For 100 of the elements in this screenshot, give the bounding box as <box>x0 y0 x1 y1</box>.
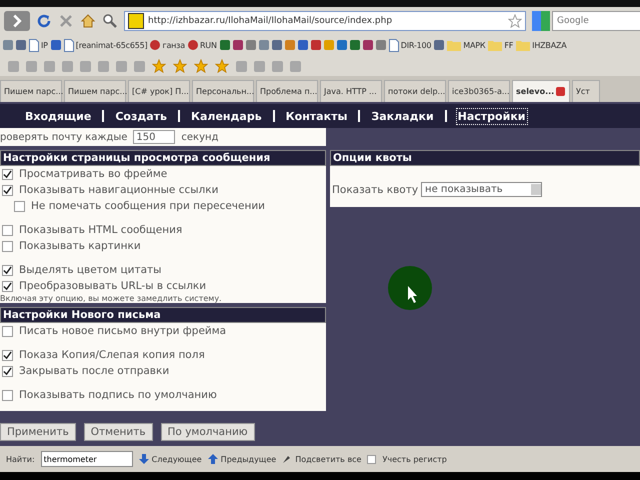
browser-tab[interactable]: [C# урок] П... <box>128 80 190 102</box>
toolbar-icon[interactable] <box>134 60 145 72</box>
bookmark-icon[interactable] <box>336 40 347 50</box>
toolbar-icon[interactable] <box>290 60 301 72</box>
checkbox[interactable] <box>14 200 25 212</box>
bookmark[interactable]: DIR-100 <box>388 38 432 52</box>
bookmark-icon[interactable] <box>376 40 386 50</box>
bookmark-icon[interactable] <box>246 40 256 50</box>
checkbox[interactable] <box>2 264 13 276</box>
browser-tab[interactable]: Уст <box>572 80 600 102</box>
checkbox[interactable] <box>2 168 13 180</box>
bookmark[interactable]: IP <box>29 38 48 52</box>
browser-tab[interactable]: потоки delp... <box>384 80 446 102</box>
bookmark-icon[interactable] <box>350 40 360 50</box>
bookmark-folder[interactable]: FF <box>488 39 514 51</box>
nav-link[interactable]: Настройки <box>456 108 526 124</box>
browser-tab[interactable]: ice3b0365-a... <box>448 80 510 102</box>
quota-label: Показать квоту <box>332 184 418 196</box>
form-button[interactable]: Применить <box>0 423 76 441</box>
bookmark-icon[interactable] <box>284 40 295 50</box>
toolbar-icon[interactable] <box>254 60 265 72</box>
option-label: Показывать навигационные ссылки <box>19 184 218 196</box>
toolbar-icon[interactable] <box>272 60 283 72</box>
nav-link[interactable]: Контакты <box>284 108 348 124</box>
browser-tab[interactable]: selevo... <box>512 80 570 102</box>
bookmark[interactable]: RUN <box>188 40 217 50</box>
quota-dropdown[interactable]: не показывать <box>421 182 542 197</box>
find-label: Найти: <box>6 454 35 464</box>
bookmark-icon[interactable] <box>258 40 269 50</box>
checkbox[interactable] <box>2 224 13 236</box>
option-label: Не помечать сообщения при пересечении <box>31 200 265 212</box>
checkbox[interactable] <box>2 184 13 196</box>
toolbar-icon[interactable] <box>44 60 55 72</box>
bookmark[interactable]: [reanimat-65c655] <box>64 38 148 52</box>
section-title: Настройки Нового письма <box>0 307 326 323</box>
checkbox[interactable] <box>2 326 13 336</box>
checkbox[interactable] <box>2 390 13 400</box>
option-label: Просматривать во фрейме <box>19 168 168 180</box>
star-icon[interactable] <box>152 59 166 73</box>
bookmark-icon[interactable] <box>362 40 373 50</box>
magnifier-icon[interactable] <box>102 12 118 28</box>
bookmark-icon[interactable] <box>220 40 230 50</box>
address-field[interactable]: http://izhbazar.ru/IlohaMail/IlohaMail/source/index.php <box>124 10 526 30</box>
browser-tab[interactable]: Персональн... <box>192 80 254 102</box>
toolbar-icon[interactable] <box>98 60 109 72</box>
checkbox[interactable] <box>2 350 13 360</box>
bookmark-icon[interactable] <box>272 40 282 50</box>
bookmark-icon[interactable] <box>434 40 444 50</box>
stop-icon[interactable] <box>58 12 74 28</box>
nav-link[interactable]: Создать <box>114 108 168 124</box>
reload-icon[interactable] <box>36 12 52 28</box>
browser-tab[interactable]: Проблема п... <box>256 80 318 102</box>
browser-tab[interactable]: Пишем парс... <box>64 80 126 102</box>
toolbar-icon[interactable] <box>236 60 247 72</box>
search-field[interactable]: Google <box>552 10 640 30</box>
star-icon[interactable] <box>194 59 208 73</box>
toolbar-icon[interactable] <box>80 60 91 72</box>
circle-icon <box>188 40 198 50</box>
cursor-highlight-icon <box>388 266 432 310</box>
nav-link[interactable]: Календарь <box>190 108 263 124</box>
pen-icon <box>282 454 292 464</box>
bookmark-icon[interactable] <box>298 40 308 50</box>
close-icon[interactable] <box>556 87 566 96</box>
search-engine-icon[interactable] <box>532 10 550 30</box>
toolbar-icon[interactable] <box>116 60 127 72</box>
checkbox[interactable] <box>367 454 376 464</box>
browser-tab[interactable]: Java. HTTP ... <box>320 80 382 102</box>
bookmark-folder[interactable]: IHZBAZA <box>516 39 567 51</box>
checkbox[interactable] <box>2 240 13 252</box>
checkbox[interactable] <box>2 280 13 292</box>
star-icon[interactable] <box>215 59 229 73</box>
checkbox[interactable] <box>2 366 13 376</box>
option-label: Писать новое письмо внутри фрейма <box>19 325 226 337</box>
toolbar-icon[interactable] <box>26 60 37 72</box>
toolbar-icon[interactable] <box>62 60 73 72</box>
bookmark-icon[interactable] <box>232 40 243 50</box>
toolbar-icon[interactable] <box>8 60 19 72</box>
bookmark-icon[interactable] <box>310 40 321 50</box>
forward-button[interactable] <box>4 10 30 30</box>
star-icon[interactable] <box>508 14 522 28</box>
highlight-all-button[interactable]: Подсветить все <box>282 454 362 464</box>
find-field[interactable]: thermometer <box>40 451 133 467</box>
option-label: Показывать картинки <box>19 240 141 252</box>
find-previous-button[interactable]: Предыдущее <box>208 454 276 464</box>
bookmark-folder[interactable]: МАРК <box>447 39 486 51</box>
option-label: Выделять цветом цитаты <box>19 264 162 276</box>
interval-field[interactable]: 150 <box>133 130 176 144</box>
option-label: Преобразовывать URL-ы в ссылки <box>19 280 206 292</box>
form-button[interactable]: Отменить <box>84 423 153 441</box>
find-next-button[interactable]: Следующее <box>138 454 202 464</box>
home-icon[interactable] <box>80 12 96 28</box>
star-icon[interactable] <box>173 59 187 73</box>
page-icon <box>388 38 399 52</box>
folder-icon <box>516 39 530 51</box>
form-button[interactable]: По умолчанию <box>160 423 255 441</box>
bookmark[interactable]: ганза <box>150 40 185 50</box>
nav-link[interactable]: Закладки <box>370 108 435 124</box>
bookmark-icon[interactable] <box>50 40 61 50</box>
nav-link[interactable]: Входящие <box>24 108 92 124</box>
browser-tab[interactable]: Пишем парс... <box>0 80 62 102</box>
